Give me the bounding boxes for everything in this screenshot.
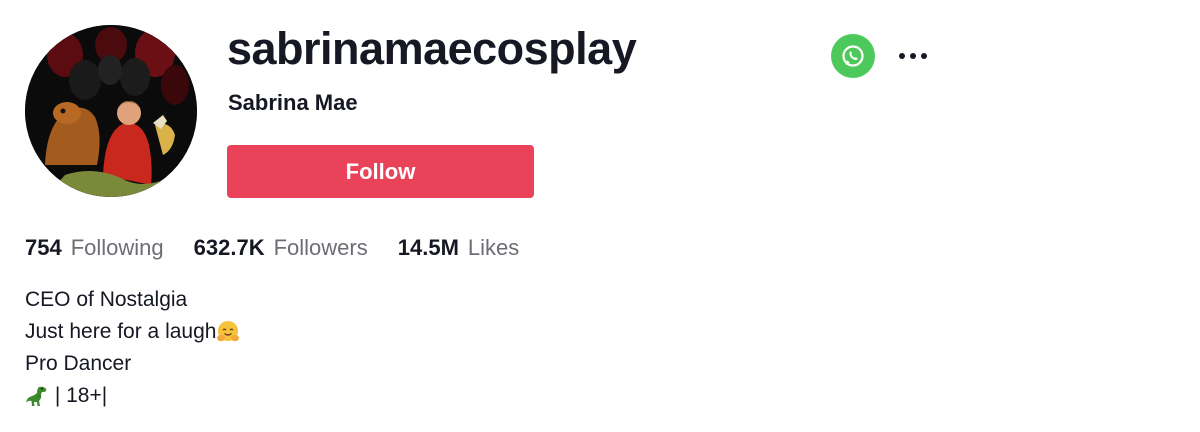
following-label: Following <box>70 235 164 260</box>
likes-label: Likes <box>467 235 520 260</box>
bio-text-1: CEO of Nostalgia <box>25 288 188 311</box>
stat-followers[interactable]: 632.7K Followers <box>194 233 368 263</box>
bio-line-2: Just here for a laugh <box>25 316 240 348</box>
t-rex-emoji-icon <box>26 387 47 407</box>
bio-line-1: CEO of Nostalgia <box>25 284 240 316</box>
username: sabrinamaecosplay <box>227 23 637 74</box>
whatsapp-icon <box>842 45 864 67</box>
avatar[interactable] <box>25 25 197 197</box>
following-count: 754 <box>25 235 62 260</box>
nickname: Sabrina Mae <box>228 90 358 115</box>
profile-header: sabrinamaecosplay Sabrina Mae Follow 754… <box>0 0 1200 432</box>
likes-count: 14.5M <box>397 235 459 260</box>
whatsapp-share-button[interactable] <box>831 34 875 78</box>
hugging-face-emoji-icon <box>217 321 240 342</box>
stat-likes: 14.5M Likes <box>398 233 520 263</box>
avatar-image <box>25 25 197 197</box>
followers-count: 632.7K <box>193 235 265 260</box>
more-options-button[interactable] <box>893 38 933 74</box>
bio-line-4: | 18+| <box>25 380 240 412</box>
followers-label: Followers <box>273 235 368 260</box>
bio-text-4: | 18+| <box>49 384 108 407</box>
stat-following[interactable]: 754 Following <box>25 233 164 263</box>
bio-text-3: Pro Dancer <box>25 352 132 375</box>
bio: CEO of Nostalgia Just here for a laugh P… <box>25 284 240 412</box>
bio-text-2: Just here for a laugh <box>25 320 217 343</box>
profile-stats: 754 Following 632.7K Followers 14.5M Lik… <box>25 233 549 263</box>
bio-line-3: Pro Dancer <box>25 348 240 380</box>
more-options-icon <box>899 53 927 59</box>
follow-button[interactable]: Follow <box>227 145 534 198</box>
